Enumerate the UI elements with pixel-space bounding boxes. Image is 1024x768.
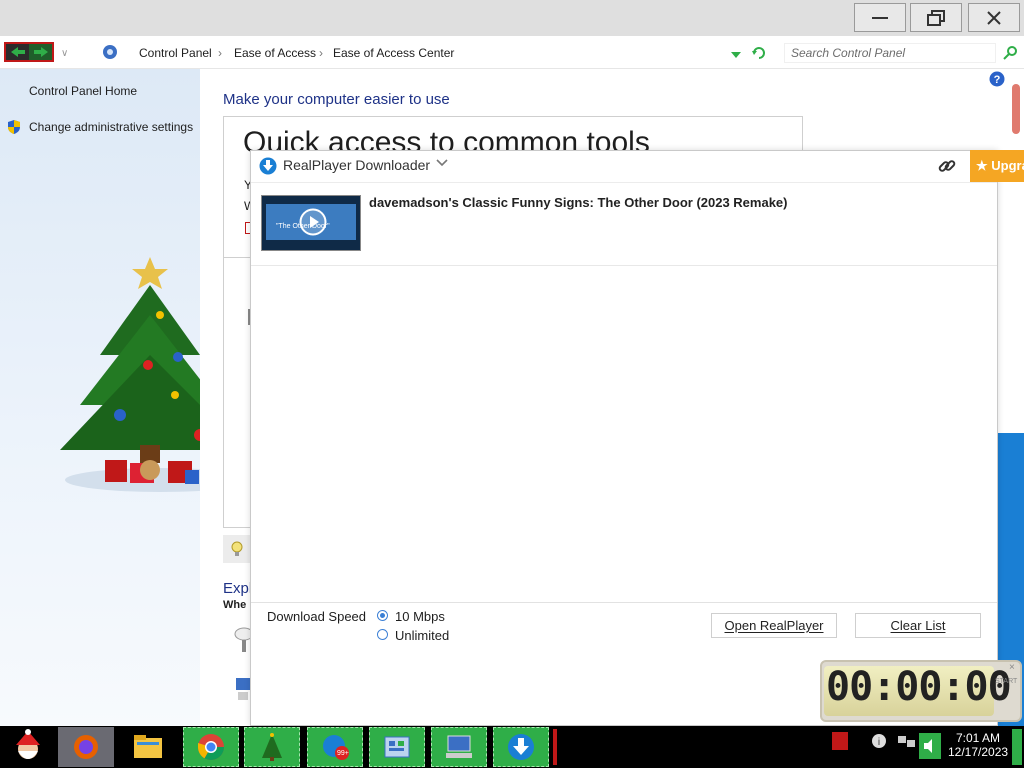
open-realplayer-button[interactable]: Open RealPlayer <box>711 613 837 638</box>
volume-icon <box>924 739 932 753</box>
nav-arrows <box>4 42 54 62</box>
realplayer-download-icon <box>259 157 277 178</box>
restore-button[interactable] <box>910 3 962 32</box>
sidebar-item-change-admin-settings[interactable]: Change administrative settings <box>29 120 193 134</box>
taskbar-realplayer-downloader[interactable] <box>493 727 549 767</box>
taskbar-clock[interactable]: 7:01 AM 12/17/2023 <box>948 731 1008 759</box>
taskbar-network[interactable] <box>431 727 487 767</box>
magnifier-tool-icon[interactable] <box>232 624 254 657</box>
taskbar-divider <box>553 729 557 765</box>
address-dropdown-icon[interactable] <box>731 48 741 62</box>
breadcrumb-separator-icon[interactable]: › <box>319 46 323 60</box>
tray-network-icon[interactable] <box>897 734 917 753</box>
recent-pages-chevron-icon[interactable]: ∨ <box>61 48 68 59</box>
sidebar-item-control-panel-home[interactable]: Control Panel Home <box>29 84 137 98</box>
minimize-icon <box>872 16 888 19</box>
taskbar-christmas-tree[interactable] <box>244 727 300 767</box>
chrome-icon <box>197 734 225 761</box>
svg-text:i: i <box>878 737 880 748</box>
speed-option-10mbps-label[interactable]: 10 Mbps <box>395 609 445 624</box>
timer-start-label[interactable]: START <box>995 678 1017 685</box>
scrollbar-thumb[interactable] <box>1012 84 1020 134</box>
speed-option-unlimited-label[interactable]: Unlimited <box>395 628 449 643</box>
clear-list-button[interactable]: Clear List <box>855 613 981 638</box>
download-item-title: davemadson's Classic Funny Signs: The Ot… <box>369 195 788 210</box>
christmas-tree-icon <box>262 733 282 761</box>
taskbar-file-explorer[interactable] <box>120 727 176 767</box>
speed-radio-10mbps[interactable] <box>377 610 388 621</box>
lightbulb-icon <box>230 541 244 560</box>
explore-heading: Expl <box>223 580 253 597</box>
download-speed-label: Download Speed <box>267 609 367 624</box>
breadcrumb-ease-of-access-center[interactable]: Ease of Access Center <box>333 46 454 60</box>
close-icon <box>987 10 1001 25</box>
play-icon <box>299 208 327 236</box>
breadcrumb-control-panel[interactable]: Control Panel <box>139 46 212 60</box>
minimize-button[interactable] <box>854 3 906 32</box>
restore-icon <box>927 9 945 26</box>
upgrade-button[interactable]: ★ Upgra <box>970 150 1024 182</box>
speed-radio-unlimited[interactable] <box>377 629 388 640</box>
breadcrumb-separator-icon[interactable]: › <box>218 46 222 60</box>
page-heading: Make your computer easier to use <box>223 91 450 108</box>
search-input[interactable]: Search Control Panel <box>784 43 996 63</box>
back-arrow-icon <box>10 47 25 57</box>
santa-icon <box>16 729 40 759</box>
clock-date: 12/17/2023 <box>948 745 1009 759</box>
realplayer-download-icon <box>508 734 534 760</box>
video-thumbnail[interactable]: "The Other Door" <box>261 195 361 251</box>
tray-red-icon[interactable] <box>832 732 848 750</box>
realplayer-title: RealPlayer Downloader <box>283 157 431 173</box>
firefox-icon <box>74 735 98 759</box>
control-panel-icon <box>102 44 118 63</box>
close-button[interactable] <box>968 3 1020 32</box>
help-icon: ? <box>989 71 1005 87</box>
network-icon <box>446 735 472 758</box>
forward-arrow-icon <box>33 47 48 57</box>
help-button[interactable]: ? <box>989 71 1005 90</box>
start-button[interactable] <box>0 727 56 767</box>
chevron-down-icon[interactable] <box>436 157 448 172</box>
taskbar-control-panel[interactable] <box>369 727 425 767</box>
back-button[interactable] <box>6 44 29 60</box>
search-icon[interactable] <box>1003 45 1018 63</box>
svg-text:?: ? <box>994 74 1001 86</box>
taskbar-messenger[interactable]: 99+ <box>307 727 363 767</box>
uac-shield-icon <box>6 119 22 138</box>
taskbar-chrome[interactable] <box>183 727 239 767</box>
timer-close-icon[interactable]: × <box>1009 662 1015 673</box>
file-explorer-icon <box>134 735 162 758</box>
tray-volume-button[interactable] <box>919 733 941 759</box>
breadcrumb-ease-of-access[interactable]: Ease of Access <box>234 46 316 60</box>
link-icon[interactable] <box>938 157 956 178</box>
taskbar-firefox[interactable] <box>58 727 114 767</box>
explore-subheading: Whe <box>223 599 247 611</box>
control-panel-icon <box>384 736 410 758</box>
notification-badge: 99+ <box>337 750 349 757</box>
forward-button[interactable] <box>29 44 52 60</box>
quick-access-divider <box>224 257 250 528</box>
timer-display: 00:00:00 <box>826 664 1012 710</box>
refresh-icon[interactable] <box>751 45 767 64</box>
clock-time: 7:01 AM <box>955 731 1001 745</box>
show-desktop-button[interactable] <box>1012 729 1022 765</box>
tray-info-icon[interactable]: i <box>871 733 887 752</box>
